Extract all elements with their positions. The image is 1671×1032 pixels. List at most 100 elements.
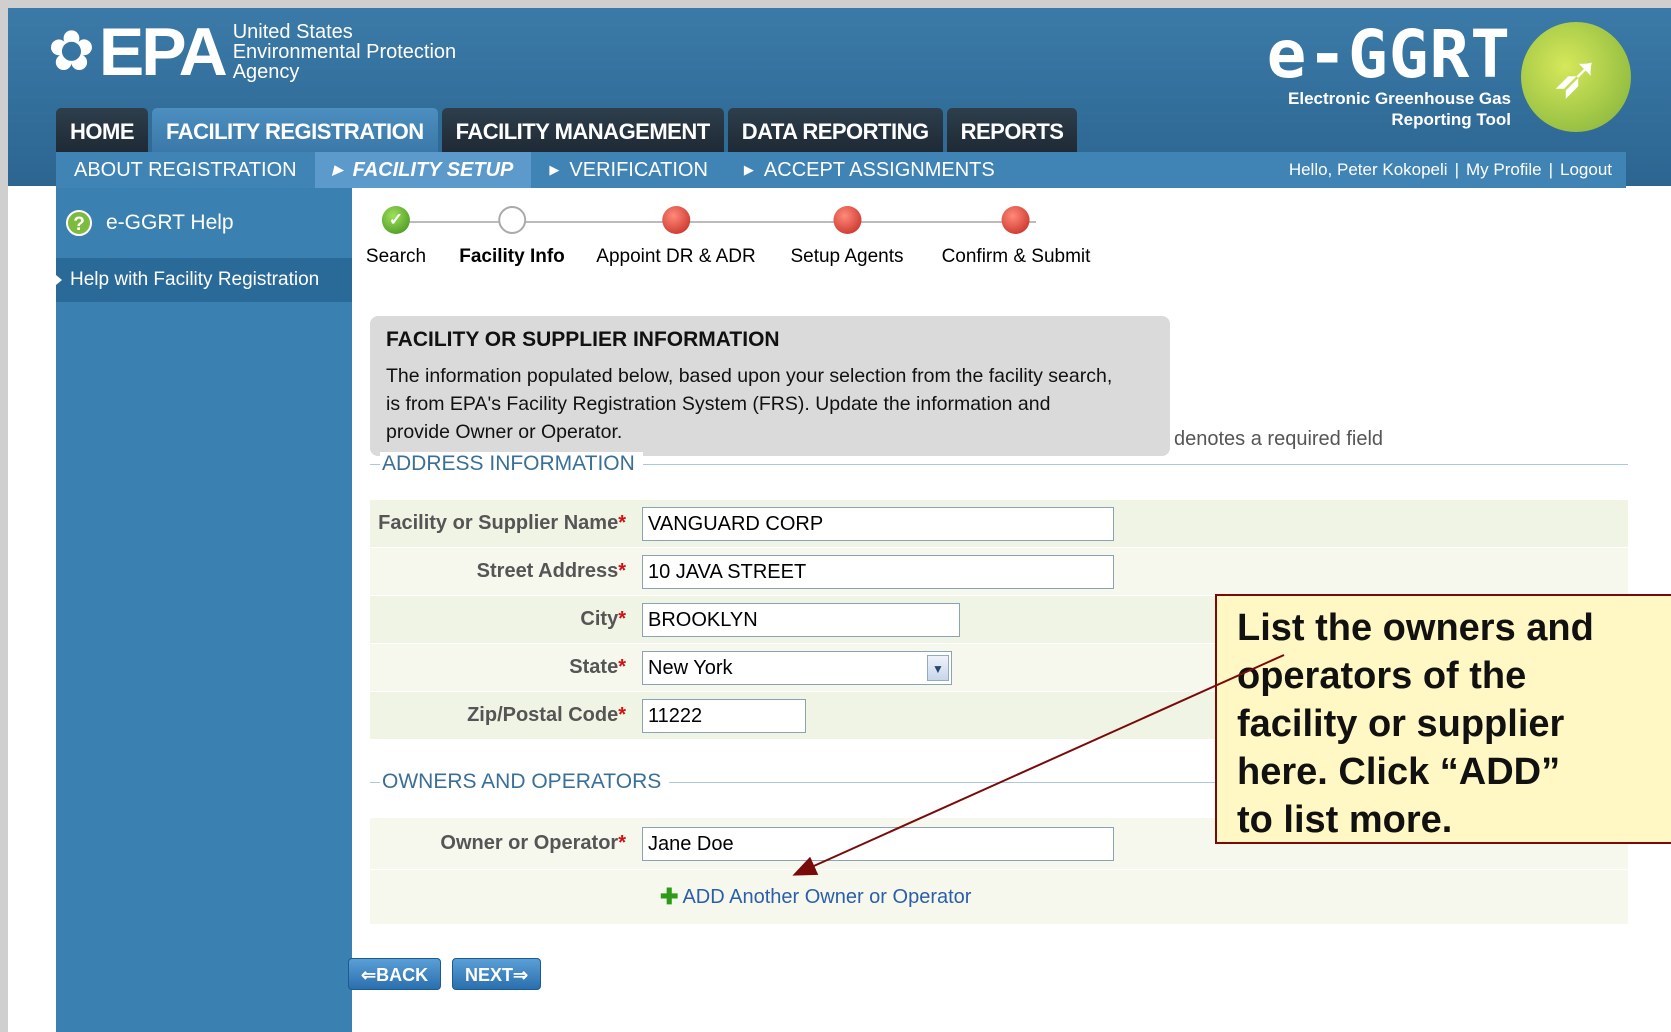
epa-logo-word: EPA — [98, 14, 228, 90]
step-label: Search — [365, 246, 427, 267]
heron-icon: ➶ — [1521, 22, 1631, 132]
app-subtitle: Electronic Greenhouse Gas — [1288, 89, 1511, 108]
subnav-about-registration[interactable]: ABOUT REGISTRATION — [56, 159, 315, 182]
app-subtitle: Reporting Tool — [1391, 110, 1511, 129]
required-star: * — [618, 608, 626, 630]
callout-line: List the owners and — [1237, 607, 1594, 649]
tab-reports[interactable]: REPORTS — [946, 108, 1078, 152]
required-star: * — [618, 832, 626, 854]
info-line: provide Owner or Operator. — [386, 421, 623, 443]
step-label: Facility Info — [459, 246, 565, 267]
required-star: * — [618, 560, 626, 582]
field-label: Facility or Supplier Name* — [370, 512, 632, 535]
callout-line: to list more. — [1237, 799, 1453, 841]
agency-name: United States Environmental Protection A… — [233, 22, 456, 82]
form-row: Street Address* 10 JAVA STREET — [370, 548, 1628, 596]
epa-logo[interactable]: ✿ EPA United States Environmental Protec… — [48, 14, 456, 90]
step-circle-icon — [662, 206, 690, 234]
subnav-label: ABOUT REGISTRATION — [74, 158, 297, 181]
subnav-verification[interactable]: ▶ VERIFICATION — [531, 159, 726, 182]
step-search: ✓ Search — [366, 206, 426, 268]
browser-page: ✿ EPA United States Environmental Protec… — [8, 8, 1671, 1032]
facility-name-field[interactable]: VANGUARD CORP — [642, 506, 1114, 541]
my-profile-link[interactable]: My Profile — [1466, 160, 1542, 179]
plus-icon: ✚ — [660, 884, 679, 909]
callout-line: operators of the — [1237, 655, 1527, 697]
triangle-right-icon: ▶ — [332, 162, 343, 177]
info-line: is from EPA's Facility Registration Syst… — [386, 393, 1051, 415]
step-appoint-dr: Appoint DR & ADR — [596, 206, 756, 268]
field-label-text: Facility or Supplier Name — [378, 512, 619, 534]
step-label: Setup Agents — [790, 246, 904, 267]
back-button[interactable]: ⇐BACK — [348, 958, 442, 990]
field-label: State* — [370, 656, 632, 679]
subnav-label: VERIFICATION — [569, 158, 708, 181]
check-icon: ✓ — [381, 206, 410, 234]
tab-facility-management[interactable]: FACILITY MANAGEMENT — [441, 108, 724, 152]
divider: | — [1548, 160, 1553, 179]
user-menu: Hello, Peter Kokopeli | My Profile | Logout — [1289, 160, 1626, 180]
info-line: The information populated below, based u… — [386, 365, 1113, 387]
street-address-field[interactable]: 10 JAVA STREET — [642, 554, 1114, 589]
field-label: City* — [370, 608, 632, 631]
sidebar: ? e-GGRT Help Help with Facility Registr… — [56, 188, 352, 1032]
info-title: FACILITY OR SUPPLIER INFORMATION — [386, 328, 780, 351]
triangle-right-icon: ▶ — [549, 162, 560, 177]
state-select[interactable]: New York ▼ — [642, 650, 952, 685]
add-owner-row: ✚ ADD Another Owner or Operator — [370, 870, 1628, 924]
field-label-text: State — [569, 656, 619, 678]
field-label-text: City — [580, 608, 619, 630]
annotation-callout: List the owners and operators of the fac… — [1215, 594, 1671, 844]
back-button-label: BACK — [376, 965, 429, 985]
subnav-accept-assignments[interactable]: ▶ ACCEPT ASSIGNMENTS — [726, 159, 1013, 182]
main-tabs: HOME FACILITY REGISTRATION FACILITY MANA… — [56, 108, 1081, 152]
required-star: * — [618, 512, 626, 534]
step-confirm-submit: Confirm & Submit — [942, 206, 1090, 268]
form-row: Facility or Supplier Name* VANGUARD CORP — [370, 500, 1628, 548]
eggrt-logo: e-GGRT Electronic Greenhouse Gas Reporti… — [1267, 22, 1631, 132]
progress-steps: ✓ Search Facility Info Appoint DR & ADR S… — [366, 206, 1126, 276]
agency-line: United States — [232, 21, 353, 43]
city-field[interactable]: BROOKLYN — [642, 602, 960, 637]
step-facility-info: Facility Info — [459, 206, 565, 268]
help-heading[interactable]: ? e-GGRT Help — [56, 188, 352, 258]
field-label: Owner or Operator* — [370, 832, 632, 855]
help-heading-label: e-GGRT Help — [106, 211, 234, 234]
field-label-text: Street Address — [476, 560, 619, 582]
info-box: FACILITY OR SUPPLIER INFORMATION The inf… — [370, 316, 1170, 456]
section-title: OWNERS AND OPERATORS — [380, 770, 670, 794]
divider: | — [1454, 160, 1459, 179]
step-label: Appoint DR & ADR — [596, 246, 756, 267]
owner-operator-field[interactable]: Jane Doe — [642, 826, 1114, 861]
agency-line: Agency — [232, 61, 300, 83]
state-select-value: New York — [648, 656, 733, 679]
address-section-header: ADDRESS INFORMATION — [370, 452, 1628, 476]
info-text: The information populated below, based u… — [386, 362, 1154, 446]
chevron-down-icon[interactable]: ▼ — [927, 654, 949, 681]
add-owner-link[interactable]: ADD Another Owner or Operator — [682, 886, 971, 909]
section-title: ADDRESS INFORMATION — [380, 452, 643, 476]
app-title: e-GGRT — [1266, 16, 1511, 93]
callout-line: here. Click “ADD” — [1237, 751, 1561, 793]
epa-flower-icon: ✿ — [48, 19, 95, 84]
sidebar-item-help-facility-registration[interactable]: Help with Facility Registration — [56, 258, 352, 302]
required-note: denotes a required field — [1174, 428, 1384, 450]
next-button-label: NEXT — [465, 965, 514, 985]
step-circle-icon — [497, 206, 526, 234]
callout-line: facility or supplier — [1237, 703, 1565, 745]
tab-data-reporting[interactable]: DATA REPORTING — [727, 108, 943, 152]
subnav-facility-setup[interactable]: ▶ FACILITY SETUP — [314, 152, 532, 188]
subnav-label: FACILITY SETUP — [352, 158, 514, 181]
arrow-left-icon: ⇐ — [361, 965, 377, 985]
user-greeting: Hello, Peter Kokopeli — [1288, 160, 1448, 179]
zip-code-field[interactable]: 11222 — [642, 698, 806, 733]
required-star: * — [618, 704, 626, 726]
step-circle-icon — [832, 206, 861, 234]
tab-home[interactable]: HOME — [56, 108, 148, 152]
tab-facility-registration[interactable]: FACILITY REGISTRATION — [152, 108, 438, 152]
sub-navigation: ABOUT REGISTRATION ▶ FACILITY SETUP ▶ VERI… — [56, 152, 1626, 188]
help-icon: ? — [66, 210, 92, 236]
field-label-text: Owner or Operator — [440, 832, 619, 854]
next-button[interactable]: NEXT⇒ — [452, 958, 542, 990]
logout-link[interactable]: Logout — [1560, 160, 1612, 179]
